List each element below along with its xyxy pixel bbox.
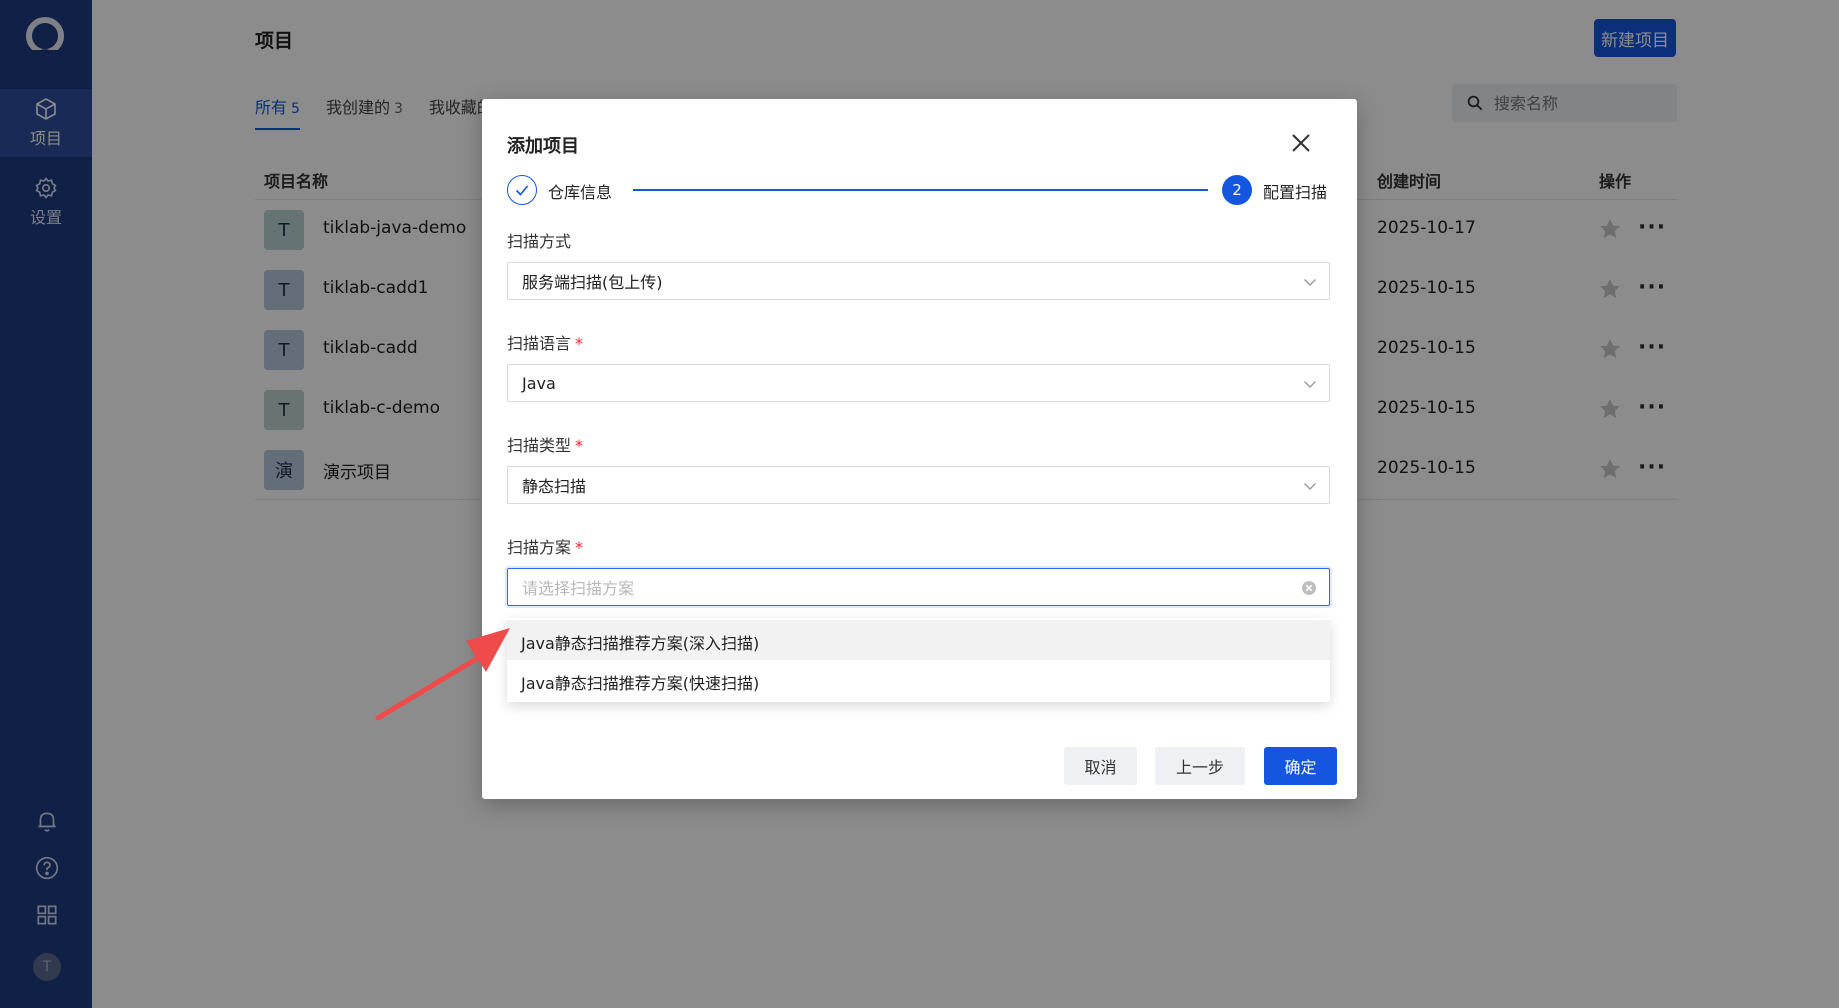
- step-connector: [633, 189, 1208, 191]
- scan-type-label: 扫描类型 *: [507, 432, 583, 456]
- dialog-title: 添加项目: [507, 136, 579, 157]
- required-mark: *: [575, 436, 584, 455]
- scan-plan-label: 扫描方案 *: [507, 534, 583, 558]
- field-label-text: 扫描方式: [507, 232, 572, 251]
- option-label: Java静态扫描推荐方案(深入扫描): [521, 634, 760, 653]
- scan-plan-select[interactable]: 请选择扫描方案: [507, 568, 1330, 606]
- cancel-button[interactable]: 取消: [1064, 747, 1137, 785]
- step-done-marker: [507, 175, 537, 205]
- scan-mode-label: 扫描方式: [507, 228, 571, 252]
- clear-icon[interactable]: [1301, 580, 1317, 596]
- chevron-down-icon: [1304, 483, 1316, 490]
- option-label: Java静态扫描推荐方案(快速扫描): [521, 674, 760, 693]
- select-value: 静态扫描: [522, 477, 587, 496]
- add-project-dialog: 添加项目 仓库信息 2 配置扫描 扫描方式 服务端扫描(包上传) 扫描语言 * J…: [482, 99, 1357, 799]
- step-current-marker: 2: [1222, 175, 1252, 205]
- scan-language-label: 扫描语言 *: [507, 330, 583, 354]
- required-mark: *: [575, 334, 584, 353]
- field-label-text: 扫描语言: [507, 334, 572, 353]
- step-label-scan-config: 配置扫描: [1263, 183, 1328, 202]
- chevron-down-icon: [1304, 381, 1316, 388]
- field-label-text: 扫描类型: [507, 436, 572, 455]
- select-value: Java: [522, 373, 556, 393]
- scan-plan-dropdown: Java静态扫描推荐方案(深入扫描) Java静态扫描推荐方案(快速扫描): [507, 618, 1330, 702]
- confirm-button[interactable]: 确定: [1264, 747, 1337, 785]
- close-icon[interactable]: [1290, 132, 1312, 154]
- scan-type-select[interactable]: 静态扫描: [507, 466, 1330, 504]
- select-placeholder: 请选择扫描方案: [522, 579, 635, 598]
- scan-language-select[interactable]: Java: [507, 364, 1330, 402]
- chevron-down-icon: [1304, 279, 1316, 286]
- field-label-text: 扫描方案: [507, 538, 572, 557]
- dropdown-option-quick-scan[interactable]: Java静态扫描推荐方案(快速扫描): [507, 660, 1330, 700]
- required-mark: *: [575, 538, 584, 557]
- scan-mode-select[interactable]: 服务端扫描(包上传): [507, 262, 1330, 300]
- step-indicator: 仓库信息 2 配置扫描: [507, 175, 1332, 207]
- check-icon: [515, 185, 529, 196]
- previous-step-button[interactable]: 上一步: [1155, 747, 1245, 785]
- step-label-repo-info: 仓库信息: [548, 183, 613, 202]
- select-value: 服务端扫描(包上传): [522, 273, 663, 292]
- dropdown-option-deep-scan[interactable]: Java静态扫描推荐方案(深入扫描): [507, 620, 1330, 660]
